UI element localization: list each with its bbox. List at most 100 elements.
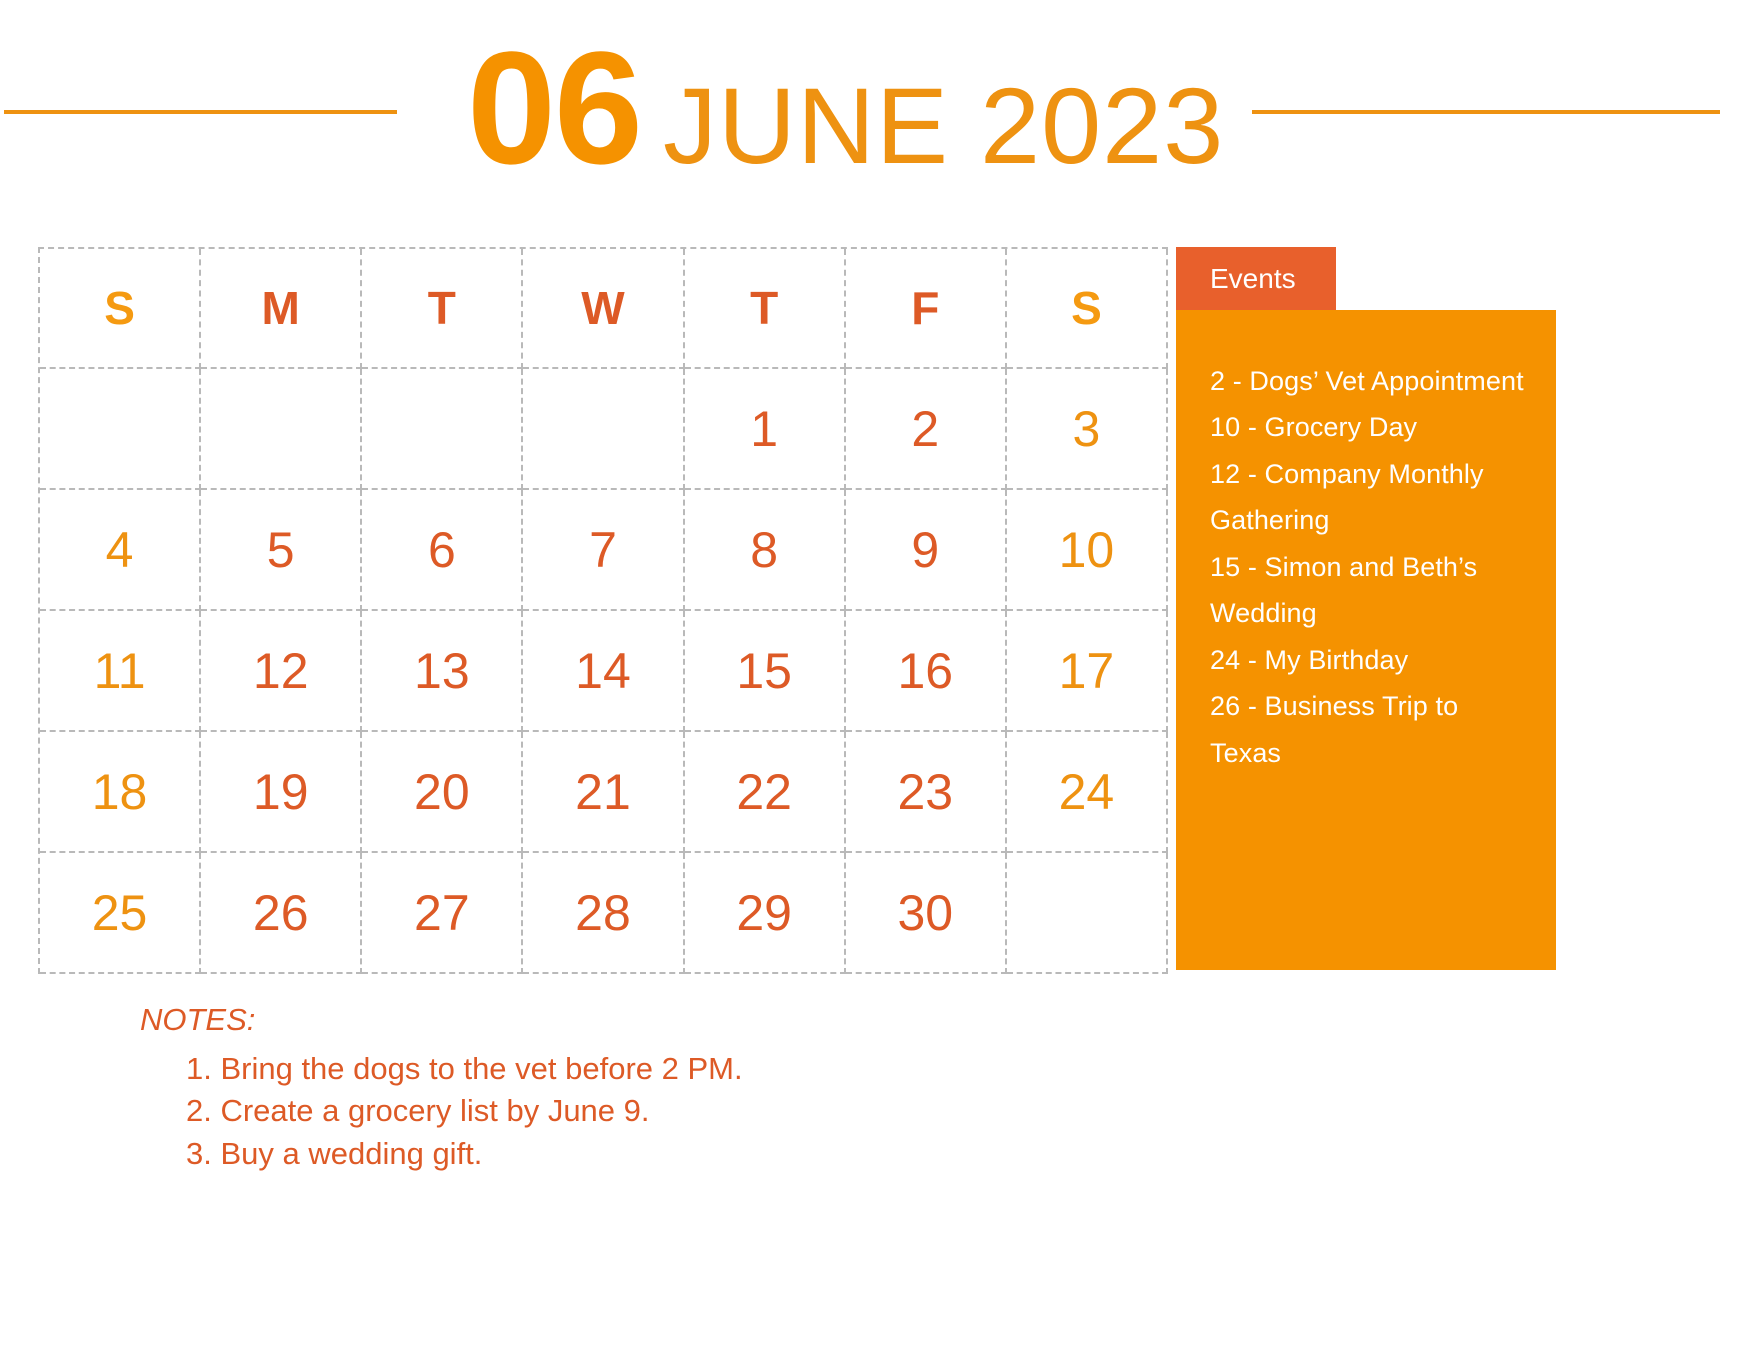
event-item[interactable]: 24 - My Birthday	[1210, 637, 1526, 683]
calendar-day-cell[interactable]: 17	[1006, 611, 1168, 732]
weekday-header-cell: T	[684, 249, 846, 369]
event-item[interactable]: 10 - Grocery Day	[1210, 404, 1526, 450]
weekday-header-cell: T	[362, 249, 524, 369]
calendar-day-cell[interactable]: 23	[845, 732, 1007, 853]
day-number: 30	[897, 884, 954, 941]
weekday-label: M	[261, 282, 300, 334]
weekday-header-cell: S	[40, 249, 202, 369]
calendar-day-cell[interactable]: 12	[201, 611, 363, 732]
weekday-header-cell: M	[201, 249, 363, 369]
day-number: 17	[1058, 642, 1115, 699]
calendar-week-row: 18 19 20 21 22 23 24	[40, 732, 1168, 853]
weekday-label: W	[581, 282, 625, 334]
calendar-day-cell[interactable]: 9	[845, 490, 1007, 611]
calendar-day-cell[interactable]: 5	[201, 490, 363, 611]
calendar-empty-cell	[362, 369, 524, 490]
calendar-week-row: 1 2 3	[40, 369, 1168, 490]
calendar-empty-cell	[523, 369, 685, 490]
calendar-day-cell[interactable]: 16	[845, 611, 1007, 732]
day-number: 8	[750, 521, 779, 578]
notes-list: 1. Bring the dogs to the vet before 2 PM…	[140, 1048, 1040, 1174]
weekday-header-cell: W	[523, 249, 685, 369]
day-number: 24	[1058, 763, 1115, 820]
calendar-day-cell[interactable]: 27	[362, 853, 524, 974]
day-number: 29	[736, 884, 792, 941]
calendar-day-cell[interactable]: 19	[201, 732, 363, 853]
day-number: 19	[252, 763, 309, 820]
events-panel: Events 2 - Dogs’ Vet Appointment 10 - Gro…	[1176, 247, 1556, 970]
calendar-day-cell[interactable]: 30	[845, 853, 1007, 974]
day-number: 12	[252, 642, 309, 699]
events-list: 2 - Dogs’ Vet Appointment 10 - Grocery Da…	[1176, 310, 1556, 970]
day-number: 16	[897, 642, 954, 699]
calendar-day-cell[interactable]: 2	[845, 369, 1007, 490]
day-number: 2	[911, 400, 940, 457]
calendar-week-row: 25 26 27 28 29 30	[40, 853, 1168, 974]
calendar-week-row: 4 5 6 7 8 9 10	[40, 490, 1168, 611]
month-number: 06	[467, 17, 643, 197]
day-number: 22	[736, 763, 792, 820]
calendar-day-cell[interactable]: 3	[1006, 369, 1168, 490]
day-number: 11	[93, 642, 146, 699]
calendar-day-cell[interactable]: 15	[684, 611, 846, 732]
day-number: 9	[911, 521, 940, 578]
day-number: 5	[266, 521, 295, 578]
calendar-day-cell[interactable]: 28	[523, 853, 685, 974]
calendar-day-cell[interactable]: 13	[362, 611, 524, 732]
weekday-label: S	[1071, 282, 1102, 334]
weekday-header-row: SMTWTFS	[40, 249, 1168, 369]
event-item[interactable]: 2 - Dogs’ Vet Appointment	[1210, 358, 1526, 404]
calendar-day-cell[interactable]: 22	[684, 732, 846, 853]
weekday-label: S	[104, 282, 135, 334]
calendar-day-cell[interactable]: 14	[523, 611, 685, 732]
day-number: 1	[750, 400, 779, 457]
weekday-label: T	[427, 282, 456, 334]
calendar-empty-cell	[40, 369, 202, 490]
calendar-day-cell[interactable]: 6	[362, 490, 524, 611]
calendar-day-cell[interactable]: 25	[40, 853, 202, 974]
header-rule-right	[1252, 109, 1720, 114]
calendar-day-cell[interactable]: 29	[684, 853, 846, 974]
month-year-label: JUNE 2023	[662, 64, 1225, 186]
calendar-day-cell[interactable]: 11	[40, 611, 202, 732]
note-item: 3. Buy a wedding gift.	[186, 1135, 483, 1171]
calendar-day-cell[interactable]: 1	[684, 369, 846, 490]
page-title: 06 JUNE 2023	[397, 17, 1252, 197]
day-number: 4	[105, 521, 134, 578]
day-number: 6	[427, 521, 456, 578]
event-item[interactable]: 12 - Company Monthly Gathering	[1210, 451, 1526, 544]
day-number: 18	[91, 763, 148, 820]
note-item: 1. Bring the dogs to the vet before 2 PM…	[186, 1051, 743, 1087]
day-number: 23	[897, 763, 954, 820]
calendar-day-cell[interactable]: 4	[40, 490, 202, 611]
day-number: 26	[252, 884, 309, 941]
weekday-header-cell: S	[1006, 249, 1168, 369]
calendar-day-cell[interactable]: 10	[1006, 490, 1168, 611]
day-number: 13	[414, 642, 470, 699]
page-header: 06 JUNE 2023	[0, 0, 1760, 215]
day-number: 20	[414, 763, 470, 820]
event-item[interactable]: 15 - Simon and Beth’s Wedding	[1210, 544, 1526, 637]
calendar-day-cell[interactable]: 18	[40, 732, 202, 853]
events-tab-label: Events	[1210, 262, 1296, 294]
calendar-day-cell[interactable]: 21	[523, 732, 685, 853]
event-item[interactable]: 26 - Business Trip to Texas	[1210, 683, 1526, 776]
day-number: 3	[1072, 400, 1101, 457]
day-number: 28	[575, 884, 631, 941]
calendar-day-cell[interactable]: 24	[1006, 732, 1168, 853]
calendar-day-cell[interactable]: 26	[201, 853, 363, 974]
calendar-day-cell[interactable]: 7	[523, 490, 685, 611]
header-rule-left	[4, 109, 397, 114]
weekday-header-cell: F	[845, 249, 1007, 369]
day-number: 15	[736, 642, 792, 699]
day-number: 25	[91, 884, 148, 941]
calendar-empty-cell	[201, 369, 363, 490]
events-tab[interactable]: Events	[1176, 247, 1336, 310]
notes-title: NOTES:	[140, 1002, 256, 1037]
calendar-week-row: 11 12 13 14 15 16 17	[40, 611, 1168, 732]
day-number: 10	[1058, 521, 1115, 578]
notes-section: NOTES: 1. Bring the dogs to the vet befo…	[140, 1000, 1040, 1175]
calendar-day-cell[interactable]: 20	[362, 732, 524, 853]
calendar-day-cell[interactable]: 8	[684, 490, 846, 611]
note-item: 2. Create a grocery list by June 9.	[186, 1093, 650, 1129]
